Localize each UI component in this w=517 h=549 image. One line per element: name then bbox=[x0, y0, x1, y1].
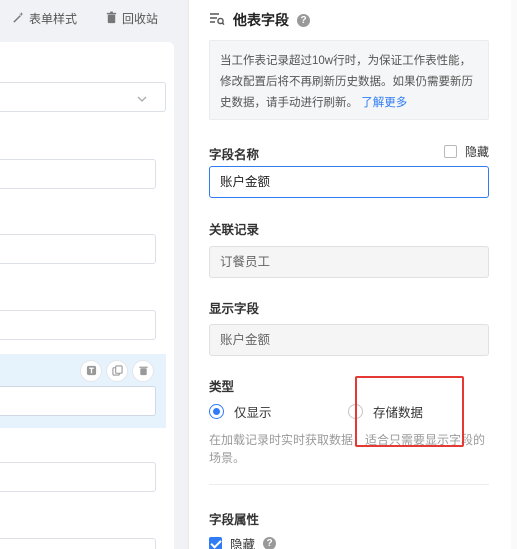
hide-checkbox-label: 隐藏 bbox=[464, 145, 489, 159]
history-data-notice: 当工作表记录超过10w行时，为保证工作表性能，修改配置后将不再刷新历史数据。如果… bbox=[209, 40, 489, 120]
form-text-field[interactable] bbox=[0, 462, 156, 492]
field-name-input[interactable]: 账户金额 bbox=[209, 166, 489, 198]
attr-hidden-box[interactable] bbox=[209, 537, 222, 549]
trash-icon bbox=[105, 11, 118, 27]
form-card bbox=[0, 42, 174, 549]
hide-field-checkbox[interactable]: 隐藏 bbox=[443, 143, 489, 160]
form-text-field[interactable] bbox=[0, 234, 156, 264]
related-record-field: 订餐员工 bbox=[209, 246, 489, 278]
form-text-field[interactable] bbox=[0, 159, 156, 189]
form-text-field[interactable] bbox=[0, 538, 156, 549]
learn-more-link[interactable]: 了解更多 bbox=[361, 97, 407, 109]
magic-wand-icon bbox=[12, 11, 25, 27]
type-description: 在加载记录时实时获取数据，适合只需要显示字段的场景。 bbox=[209, 433, 486, 465]
attr-hidden-checkbox[interactable]: 隐藏 ? bbox=[209, 534, 277, 549]
hide-checkbox-box[interactable] bbox=[443, 145, 457, 158]
section-divider bbox=[209, 484, 489, 485]
form-text-field[interactable] bbox=[0, 310, 156, 340]
scrollbar-track[interactable] bbox=[511, 0, 517, 549]
field-properties-panel: 他表字段 ? 当工作表记录超过10w行时，为保证工作表性能，修改配置后将不再刷新… bbox=[189, 0, 517, 549]
recycle-bin-button[interactable]: 回收站 bbox=[105, 10, 158, 27]
attr-hidden-label: 隐藏 bbox=[230, 538, 256, 549]
radio-dot[interactable] bbox=[209, 404, 224, 419]
form-style-label: 表单样式 bbox=[29, 12, 78, 26]
related-record-label: 关联记录 bbox=[209, 223, 260, 237]
field-name-label: 字段名称 bbox=[209, 148, 260, 162]
form-canvas: 表单样式 回收站 bbox=[0, 0, 188, 549]
selected-field-block[interactable] bbox=[0, 354, 166, 428]
recycle-bin-label: 回收站 bbox=[122, 12, 159, 26]
type-label: 类型 bbox=[209, 380, 235, 394]
field-list-icon bbox=[209, 12, 225, 29]
display-field-label: 显示字段 bbox=[209, 302, 260, 316]
notice-text: 当工作表记录超过10w行时，为保证工作表性能，修改配置后将不再刷新历史数据。如果… bbox=[220, 55, 473, 109]
chevron-down-icon bbox=[137, 92, 147, 102]
type-option-label: 存储数据 bbox=[373, 406, 424, 420]
panel-header: 他表字段 ? bbox=[209, 10, 310, 30]
canvas-toolbar: 表单样式 回收站 bbox=[0, 0, 188, 38]
type-option-label: 仅显示 bbox=[234, 406, 272, 420]
copy-field-button[interactable] bbox=[106, 360, 128, 382]
text-type-icon bbox=[86, 364, 97, 379]
delete-field-button[interactable] bbox=[132, 360, 154, 382]
form-text-field[interactable] bbox=[0, 386, 156, 416]
display-field-field: 账户金额 bbox=[209, 324, 489, 356]
type-option-display-only[interactable]: 仅显示 bbox=[209, 402, 272, 421]
field-type-button[interactable] bbox=[80, 360, 102, 382]
help-icon[interactable]: ? bbox=[263, 537, 277, 549]
radio-dot[interactable] bbox=[348, 404, 363, 419]
form-style-button[interactable]: 表单样式 bbox=[12, 10, 77, 27]
field-attributes-label: 字段属性 bbox=[209, 513, 260, 527]
copy-icon bbox=[111, 364, 123, 379]
type-radio-group: 仅显示 存储数据 bbox=[209, 402, 499, 420]
help-icon[interactable]: ? bbox=[297, 13, 310, 27]
block-tools bbox=[80, 360, 154, 382]
trash-icon bbox=[138, 364, 149, 379]
form-select-field[interactable] bbox=[0, 82, 166, 112]
type-option-store-data[interactable]: 存储数据 bbox=[348, 402, 423, 421]
panel-title: 他表字段 bbox=[233, 12, 289, 28]
